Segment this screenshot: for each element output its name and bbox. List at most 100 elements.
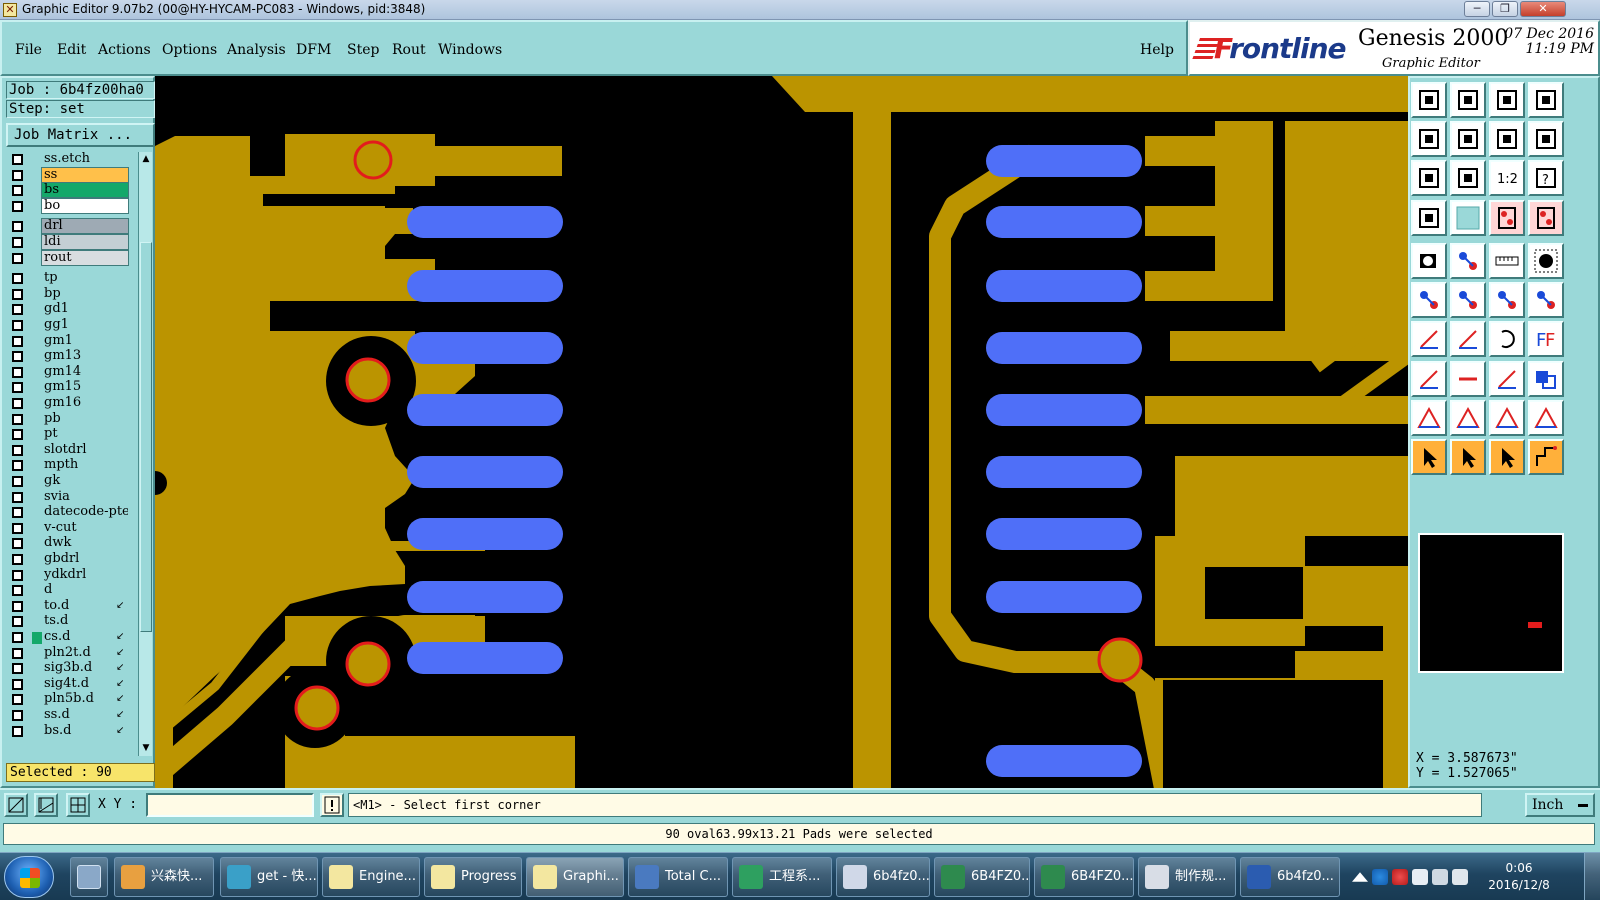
layer-name[interactable]: gbdrl [42,552,128,566]
dot-icon[interactable] [1489,282,1525,318]
pcb-view[interactable] [155,76,1408,788]
warning-icon[interactable] [320,793,344,817]
square-pad-icon[interactable] [1411,361,1447,397]
layer-row-bs-d[interactable]: bs.d ↙ [6,723,137,739]
job-matrix-button[interactable]: Job Matrix ... [6,123,155,147]
layer-row-gbdrl[interactable]: gbdrl [6,552,137,567]
redo-view-icon[interactable] [1528,121,1564,157]
layer-row-tp[interactable]: tp [6,271,137,286]
minimize-button[interactable]: ─ [1464,1,1490,17]
panel-icon[interactable] [1528,82,1564,118]
layer-row-to-d[interactable]: to.d ↙ [6,598,137,614]
layer-checkbox[interactable] [12,366,23,378]
layer-scrollbar[interactable]: ▲ ▼ [138,152,152,756]
layer-name[interactable]: svia [42,489,128,504]
text-icon[interactable]: FF [1528,321,1564,357]
layer-checkbox[interactable] [12,288,23,300]
layer-name[interactable]: gm15 [42,380,128,395]
layer-row-ldi[interactable]: ldi [6,234,137,250]
layer-name[interactable]: bp [42,286,128,301]
menu-windows[interactable]: Windows [438,42,502,58]
layer-checkbox[interactable] [12,237,23,248]
select3-icon[interactable] [1489,439,1525,475]
layer-row-gm14[interactable]: gm14 [6,364,137,380]
taskbar-item-5[interactable]: Graphi... [526,857,624,897]
layer-checkbox[interactable] [12,154,23,165]
layer-row-drl[interactable]: drl [6,218,137,235]
node-icon[interactable] [1411,282,1447,318]
layer-checkbox[interactable] [12,725,23,737]
layer-checkbox[interactable] [12,320,23,331]
layer-row-d[interactable]: d [6,583,137,598]
layer-checkbox[interactable] [12,538,23,550]
layer-checkbox[interactable] [12,663,23,675]
antivirus-icon[interactable] [1392,869,1408,885]
layer-row-bs[interactable]: bs [6,182,137,199]
layer-row-gg1[interactable]: gg1 [6,318,137,333]
layer-row-gd1[interactable]: gd1 [6,302,137,317]
layer-name[interactable]: bo [41,197,129,214]
layer-row-gm13[interactable]: gm13 [6,349,137,364]
layer-checkbox[interactable] [12,382,23,394]
layer-checkbox[interactable] [12,616,23,628]
layer-row-gk[interactable]: gk [6,474,137,489]
layer-name[interactable]: gg1 [42,318,128,332]
layer-name[interactable]: pt [42,427,128,442]
menu-actions[interactable]: Actions [98,42,151,58]
taskbar-pinned-app[interactable] [70,857,108,897]
layer-name[interactable]: ss [41,166,129,183]
layer-checkbox[interactable] [12,304,23,316]
layer-row-ss[interactable]: ss [6,166,137,183]
layer-checkbox[interactable] [12,632,42,644]
scroll-thumb[interactable] [140,242,152,632]
layer-checkbox[interactable] [12,694,23,706]
dot2-icon[interactable] [1528,282,1564,318]
layer-name[interactable]: ldi [41,234,129,250]
flag-icon[interactable] [1412,869,1428,885]
layer-name[interactable]: gm14 [42,364,128,379]
layer-row-cs-d[interactable]: cs.d ↙ [6,630,137,645]
zoom-home-icon[interactable] [1411,82,1447,118]
grid-mode-icon[interactable] [66,793,90,817]
zoom-all-icon[interactable] [1450,160,1486,196]
layer-row-pb[interactable]: pb [6,411,137,427]
grid-icon[interactable] [1450,200,1486,236]
menu-rout[interactable]: Rout [392,42,426,58]
layer-name[interactable]: ydkdrl [42,567,128,582]
layer-checkbox[interactable] [12,413,23,425]
taskbar-item-1[interactable]: 兴森快... [114,857,214,897]
snap-icon[interactable] [1489,200,1525,236]
graphic-canvas[interactable] [155,76,1408,788]
close-button[interactable]: ✕ [1520,1,1566,17]
layer-name[interactable]: gm16 [42,396,128,410]
layer-row-ts-d[interactable]: ts.d [6,614,137,629]
layer-name[interactable]: bs [41,182,129,199]
diag-icon[interactable] [1450,321,1486,357]
layer-checkbox[interactable] [12,600,23,612]
taskbar-item-3[interactable]: Engine... [322,857,420,897]
taskbar-item-4[interactable]: Progress [424,857,522,897]
triangle3-icon[interactable] [1489,400,1525,436]
taskbar-item-11[interactable]: 制作规... [1138,857,1236,897]
layer-name[interactable]: gd1 [42,302,128,317]
overview-map[interactable] [1418,533,1564,673]
layer-checkbox[interactable] [12,351,23,363]
taskbar-item-9[interactable]: 6B4FZ0... [934,857,1030,897]
pan-left-icon[interactable] [1411,121,1447,157]
layer-row-ss-etch[interactable]: ss.etch [6,152,137,167]
select2-icon[interactable] [1450,439,1486,475]
cross-icon[interactable] [1450,282,1486,318]
layer-row-pln5b-d[interactable]: pln5b.d ↙ [6,692,137,707]
pan-right-icon[interactable] [1450,121,1486,157]
layer-name[interactable]: mpth [42,458,128,473]
layer-checkbox[interactable] [12,678,23,690]
layer-checkbox[interactable] [12,569,23,581]
layer-name[interactable]: dwk [42,536,128,551]
layer-row-svia[interactable]: svia [6,489,137,505]
help-icon[interactable]: ? [1528,160,1564,196]
layer-row-sig4t-d[interactable]: sig4t.d ↙ [6,676,137,692]
layer-checkbox[interactable] [12,200,23,212]
triangle-icon[interactable] [1411,400,1447,436]
angle-mode-icon[interactable] [34,793,58,817]
taskbar-item-12[interactable]: 6b4fz0... [1240,857,1340,897]
